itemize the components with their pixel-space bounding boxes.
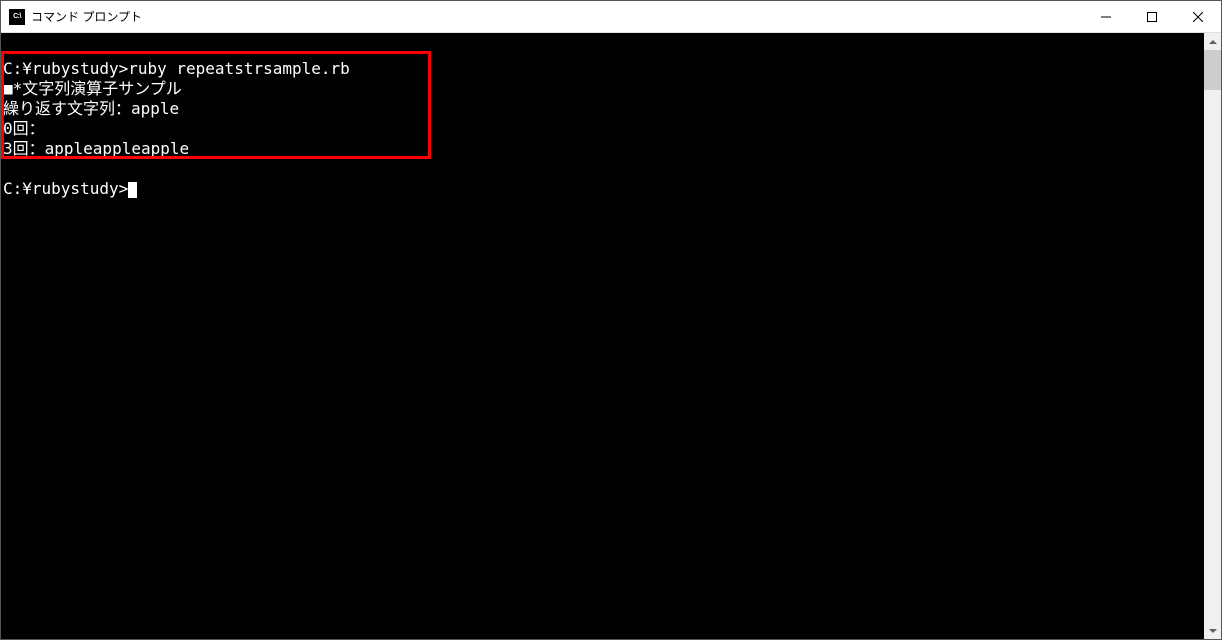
cmd-icon-text: C:\	[13, 13, 21, 20]
terminal-area: C:¥rubystudy>ruby repeatstrsample.rb ■*文…	[1, 33, 1221, 639]
scroll-down-arrow-icon[interactable]	[1204, 622, 1221, 639]
terminal-line: 3回：appleappleapple	[1, 139, 1204, 159]
maximize-button[interactable]	[1129, 1, 1175, 32]
terminal-content[interactable]: C:¥rubystudy>ruby repeatstrsample.rb ■*文…	[1, 33, 1204, 639]
minimize-button[interactable]	[1083, 1, 1129, 32]
scrollbar-thumb[interactable]	[1204, 50, 1221, 90]
window-title: コマンド プロンプト	[31, 8, 1083, 25]
terminal-prompt: C:¥rubystudy>	[1, 179, 1204, 199]
terminal-line: 繰り返す文字列：apple	[1, 99, 1204, 119]
prompt-text: C:¥rubystudy>	[3, 179, 128, 198]
scroll-up-arrow-icon[interactable]	[1204, 33, 1221, 50]
terminal-line: 0回：	[1, 119, 1204, 139]
close-button[interactable]	[1175, 1, 1221, 32]
vertical-scrollbar[interactable]	[1204, 33, 1221, 639]
terminal-line: C:¥rubystudy>ruby repeatstrsample.rb	[1, 59, 1204, 79]
cmd-icon: C:\	[9, 9, 25, 25]
window-controls	[1083, 1, 1221, 32]
terminal-output: C:¥rubystudy>ruby repeatstrsample.rb ■*文…	[1, 35, 1204, 199]
cursor	[128, 182, 137, 198]
titlebar[interactable]: C:\ コマンド プロンプト	[1, 1, 1221, 33]
terminal-line: ■*文字列演算子サンプル	[1, 79, 1204, 99]
